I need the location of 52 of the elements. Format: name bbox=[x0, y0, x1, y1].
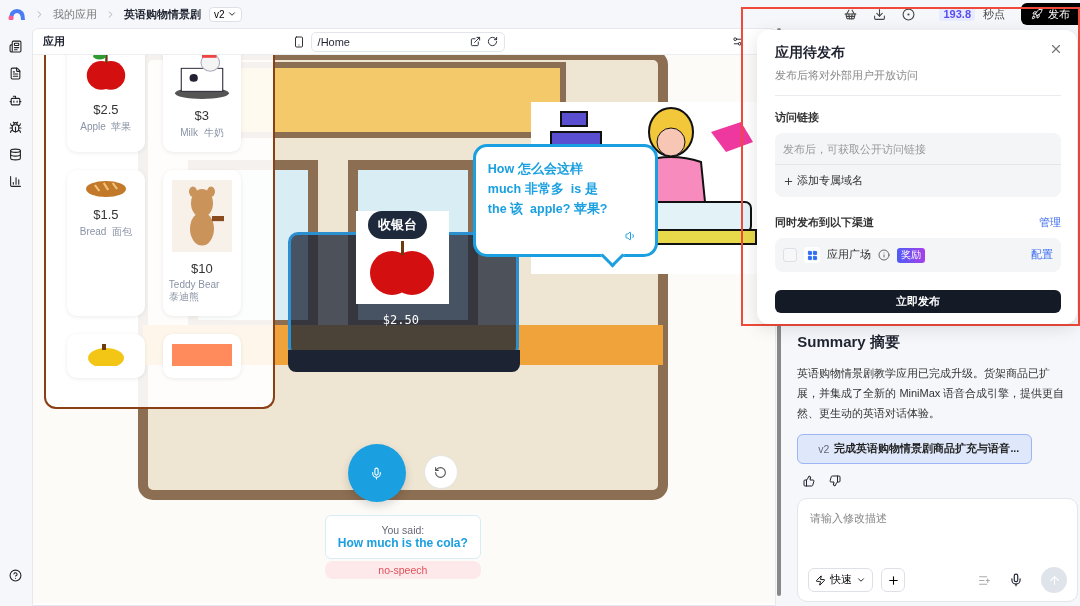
chevron-down-icon bbox=[226, 9, 237, 19]
section-label: 访问链接 bbox=[775, 110, 820, 125]
breadcrumb[interactable]: 英语购物情景剧 bbox=[124, 6, 201, 22]
thumbs-down-icon[interactable] bbox=[829, 475, 842, 487]
close-icon[interactable] bbox=[1049, 42, 1063, 56]
link-field[interactable]: 发布后，可获取公开访问链接 bbox=[775, 133, 1061, 165]
grid-icon bbox=[804, 247, 820, 263]
rocket-icon bbox=[1031, 8, 1043, 20]
help-icon[interactable] bbox=[9, 569, 23, 582]
breadcrumb[interactable]: 我的应用 bbox=[53, 6, 97, 22]
panel-title: 应用 bbox=[42, 34, 65, 49]
refresh-icon[interactable] bbox=[486, 36, 498, 47]
version-select[interactable]: v2 bbox=[209, 6, 242, 22]
channel-name: 应用广场 bbox=[827, 248, 871, 262]
basket-icon[interactable] bbox=[844, 7, 858, 21]
reward-badge: 奖励 bbox=[897, 247, 925, 263]
checkbox[interactable] bbox=[783, 248, 797, 262]
dialog-title: 应用待发布 bbox=[775, 44, 845, 62]
info-icon[interactable] bbox=[878, 249, 890, 261]
prompt-field[interactable]: 请输入修改描述 快速 bbox=[797, 498, 1078, 602]
external-link-icon[interactable] bbox=[469, 36, 481, 47]
version-chip[interactable]: v2 完成英语购物情景剧商品扩充与语音... bbox=[797, 434, 1033, 464]
plus-icon bbox=[783, 175, 794, 187]
thumbs-up-icon[interactable] bbox=[803, 475, 816, 487]
chevron-down-icon bbox=[856, 575, 867, 585]
manage-link[interactable]: 管理 bbox=[1039, 215, 1061, 230]
database-icon[interactable] bbox=[9, 148, 23, 161]
logo-icon bbox=[8, 8, 26, 20]
bot-icon[interactable] bbox=[9, 94, 23, 107]
document-icon[interactable] bbox=[9, 67, 23, 80]
phone-icon[interactable] bbox=[292, 35, 305, 48]
dialog-subtitle: 发布后将对外部用户开放访问 bbox=[775, 69, 919, 83]
configure-link[interactable]: 配置 bbox=[1031, 248, 1053, 262]
settings-icon[interactable] bbox=[732, 36, 744, 47]
plus-icon bbox=[886, 573, 900, 587]
chart-icon[interactable] bbox=[9, 175, 23, 188]
bug-icon[interactable] bbox=[9, 121, 23, 134]
target-icon[interactable] bbox=[902, 7, 916, 21]
add-domain-button[interactable]: 添加专属域名 bbox=[775, 165, 1061, 197]
url-field[interactable]: /Home bbox=[310, 31, 505, 52]
credit-unit: 秒点 bbox=[983, 6, 1005, 22]
arrow-up-icon bbox=[1047, 573, 1061, 587]
publish-now-button[interactable]: 立即发布 bbox=[775, 290, 1061, 313]
section-label: 同时发布到以下渠道 bbox=[775, 215, 874, 230]
add-button[interactable] bbox=[881, 568, 906, 592]
news-icon[interactable] bbox=[9, 40, 23, 53]
lightning-icon bbox=[815, 574, 827, 586]
summary-title: Summary 摘要 bbox=[797, 333, 900, 352]
mic-icon[interactable] bbox=[1009, 573, 1023, 587]
mode-select[interactable]: 快速 bbox=[808, 568, 874, 592]
download-icon[interactable] bbox=[873, 7, 887, 21]
summary-text: 英语购物情景剧教学应用已完成升级。货架商品已扩展，并集成了全新的 MiniMax 语音合成引擎，提供更自然、更生动的英语对话体验。 bbox=[797, 366, 1066, 421]
